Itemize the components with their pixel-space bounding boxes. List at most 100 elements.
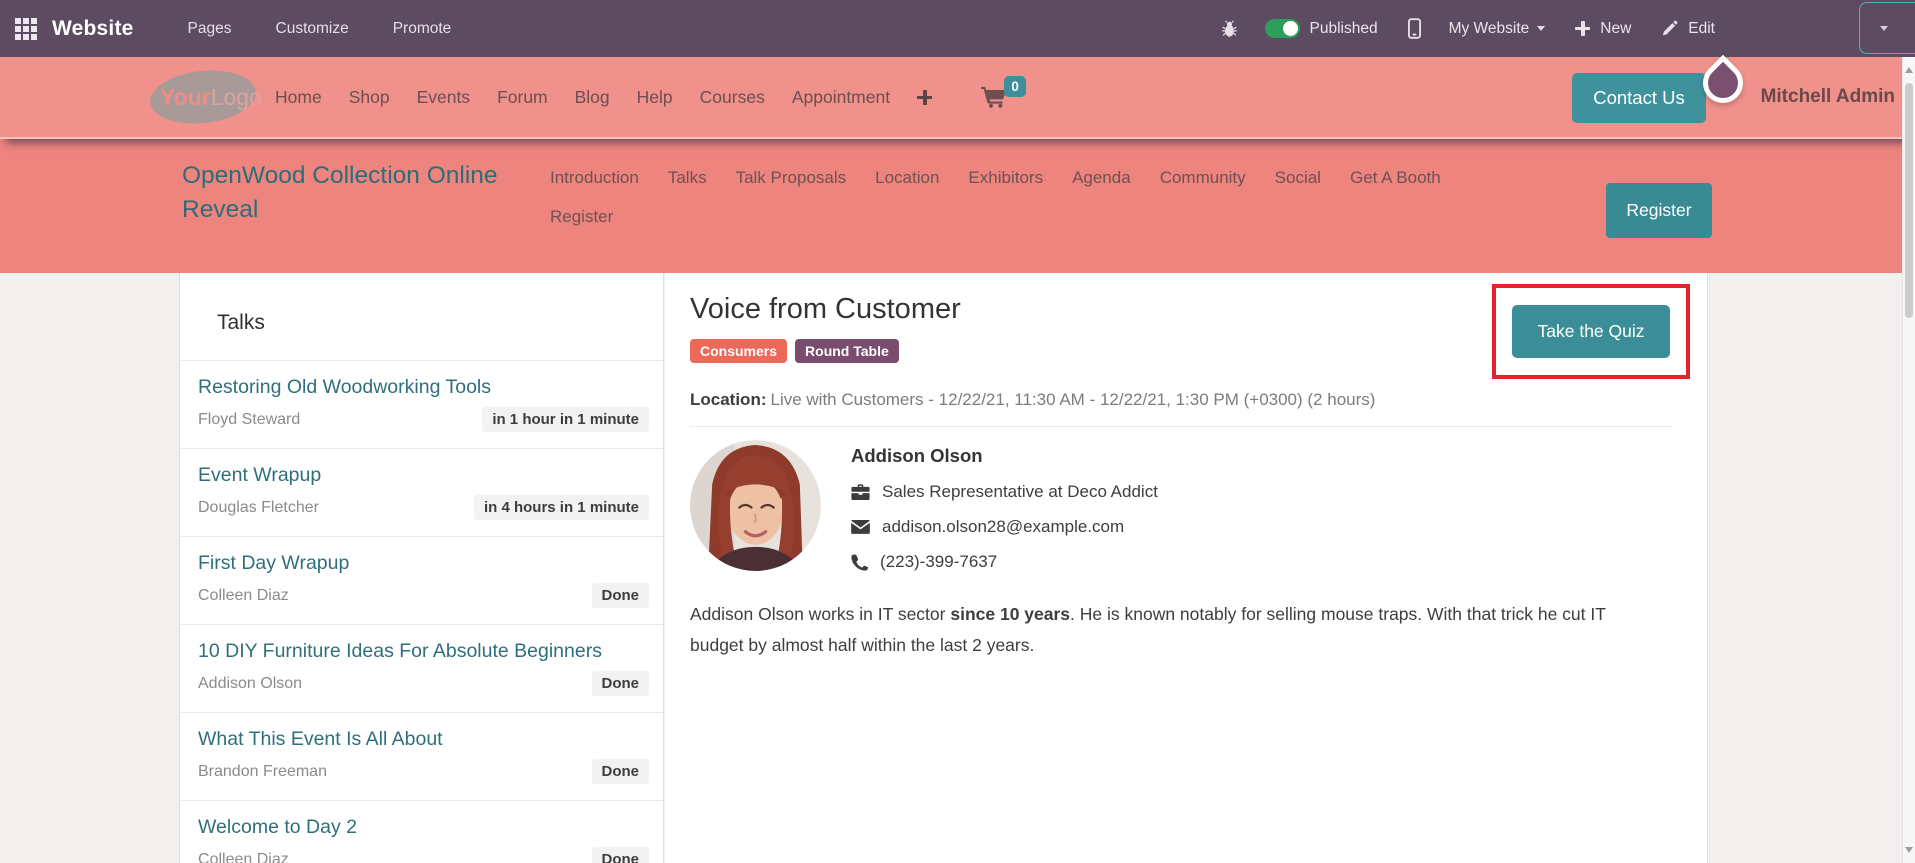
topbar-menu: Pages Customize Promote: [188, 20, 452, 38]
talk-speaker: Floyd Steward: [198, 410, 301, 428]
event-subnav: Introduction Talks Talk Proposals Locati…: [550, 168, 1441, 227]
sidebar-title: Talks: [180, 273, 663, 361]
talk-list-item[interactable]: Welcome to Day 2 Colleen Diaz Done: [180, 801, 663, 863]
talk-status-badge: Done: [591, 671, 649, 696]
talk-speaker: Douglas Fletcher: [198, 498, 319, 516]
speaker-avatar: [690, 440, 821, 571]
talk-list-item[interactable]: Event Wrapup Douglas Fletcher in 4 hours…: [180, 449, 663, 537]
new-content-button[interactable]: New: [1600, 20, 1631, 38]
event-nav-register[interactable]: Register: [550, 207, 613, 227]
talk-list-item[interactable]: What This Event Is All About Brandon Fre…: [180, 713, 663, 801]
talk-list-item[interactable]: First Day Wrapup Colleen Diaz Done: [180, 537, 663, 625]
site-logo[interactable]: YourLogo: [147, 65, 262, 129]
talk-title-link[interactable]: First Day Wrapup: [198, 550, 649, 577]
cart-count-badge: 0: [1004, 76, 1027, 97]
scroll-down-arrow-icon[interactable]: [1905, 847, 1913, 853]
nav-item-forum[interactable]: Forum: [497, 87, 548, 108]
scrollbar-thumb[interactable]: [1905, 83, 1913, 318]
apps-grid-icon[interactable]: [15, 17, 37, 40]
talk-title-link[interactable]: Event Wrapup: [198, 462, 649, 489]
topbar-menu-pages[interactable]: Pages: [188, 20, 232, 38]
bug-icon[interactable]: [1221, 19, 1237, 38]
topbar-systray: Published My Website New Edit: [1221, 18, 1715, 39]
talk-list-item[interactable]: Restoring Old Woodworking Tools Floyd St…: [180, 361, 663, 449]
logo-text-your: Your: [160, 84, 211, 110]
talk-speaker: Addison Olson: [198, 674, 303, 692]
register-button[interactable]: Register: [1606, 183, 1712, 238]
tutorial-highlight-box: Take the Quiz: [1492, 284, 1690, 379]
talk-status-badge: in 4 hours in 1 minute: [473, 495, 649, 520]
talk-title-link[interactable]: 10 DIY Furniture Ideas For Absolute Begi…: [198, 638, 649, 665]
speaker-email[interactable]: addison.olson28@example.com: [882, 517, 1124, 537]
speaker-phone[interactable]: (223)-399-7637: [880, 552, 997, 572]
new-content-plus-icon[interactable]: [1575, 21, 1591, 36]
nav-item-appointment[interactable]: Appointment: [792, 87, 890, 108]
add-menu-plus-icon[interactable]: [917, 89, 933, 105]
scroll-up-arrow-icon[interactable]: [1905, 67, 1913, 73]
speaker-name: Addison Olson: [851, 445, 983, 466]
page-scrollbar[interactable]: [1902, 57, 1915, 863]
edit-button[interactable]: Edit: [1688, 20, 1715, 38]
nav-item-events[interactable]: Events: [417, 87, 471, 108]
user-menu[interactable]: Mitchell Admin: [1761, 86, 1915, 108]
talk-title-link[interactable]: Welcome to Day 2: [198, 814, 649, 841]
talk-status-badge: Done: [591, 759, 649, 784]
event-title-link[interactable]: OpenWood Collection Online Reveal: [182, 159, 530, 227]
user-name: Mitchell Admin: [1760, 86, 1895, 107]
event-nav-introduction[interactable]: Introduction: [550, 168, 639, 188]
speaker-block: Addison Olson Sales Representative at De…: [690, 440, 1671, 572]
page: Website Pages Customize Promote Publishe…: [0, 0, 1915, 863]
nav-item-shop[interactable]: Shop: [349, 87, 390, 108]
event-nav-talks[interactable]: Talks: [668, 168, 707, 188]
nav-item-help[interactable]: Help: [637, 87, 673, 108]
published-toggle[interactable]: [1264, 19, 1300, 38]
talk-title-link[interactable]: Restoring Old Woodworking Tools: [198, 374, 649, 401]
topbar-brand[interactable]: Website: [52, 17, 134, 41]
cart-icon: [981, 86, 1006, 108]
chevron-down-icon: [1537, 26, 1546, 31]
event-nav-agenda[interactable]: Agenda: [1072, 168, 1131, 188]
location-label: Location:: [690, 390, 767, 409]
tag-round-table: Round Table: [795, 339, 899, 363]
event-nav-location[interactable]: Location: [875, 168, 939, 188]
talk-list-item[interactable]: 10 DIY Furniture Ideas For Absolute Begi…: [180, 625, 663, 713]
talk-status-badge: in 1 hour in 1 minute: [482, 407, 649, 432]
topbar-menu-promote[interactable]: Promote: [393, 20, 452, 38]
edit-pencil-icon[interactable]: [1661, 20, 1678, 37]
phone-icon: [851, 553, 868, 571]
published-label: Published: [1309, 19, 1378, 37]
take-quiz-button[interactable]: Take the Quiz: [1512, 305, 1670, 358]
logo-text-logo: Logo: [210, 84, 262, 110]
event-nav-community[interactable]: Community: [1160, 168, 1246, 188]
backend-topbar: Website Pages Customize Promote Publishe…: [0, 0, 1915, 57]
talk-status-badge: Done: [591, 847, 649, 863]
tag-consumers: Consumers: [690, 339, 788, 363]
event-header: OpenWood Collection Online Reveal Introd…: [0, 139, 1915, 273]
talk-location: Location: Live with Customers - 12/22/21,…: [690, 390, 1671, 410]
talk-speaker: Brandon Freeman: [198, 762, 327, 780]
systray-dropdown[interactable]: [1859, 2, 1915, 54]
topbar-menu-customize[interactable]: Customize: [276, 20, 349, 38]
nav-item-home[interactable]: Home: [275, 87, 322, 108]
contact-us-button[interactable]: Contact Us: [1572, 73, 1706, 123]
speaker-job: Sales Representative at Deco Addict: [882, 482, 1158, 501]
location-value: Live with Customers - 12/22/21, 11:30 AM…: [770, 390, 1376, 409]
cart-button[interactable]: 0: [981, 76, 1027, 108]
mobile-preview-icon[interactable]: [1407, 18, 1421, 39]
speaker-bio: Addison Olson works in IT sector since 1…: [690, 604, 1606, 655]
website-navbar: YourLogo Home Shop Events Forum Blog Hel…: [0, 57, 1915, 139]
website-menu: Home Shop Events Forum Blog Help Courses…: [275, 76, 1027, 108]
event-nav-social[interactable]: Social: [1275, 168, 1321, 188]
talk-status-badge: Done: [591, 583, 649, 608]
nav-item-blog[interactable]: Blog: [575, 87, 610, 108]
event-nav-exhibitors[interactable]: Exhibitors: [968, 168, 1043, 188]
event-nav-talk-proposals[interactable]: Talk Proposals: [736, 168, 847, 188]
website-switcher[interactable]: My Website: [1449, 20, 1530, 38]
briefcase-icon: [851, 483, 870, 500]
event-nav-get-a-booth[interactable]: Get A Booth: [1350, 168, 1441, 188]
talk-detail: Voice from Customer Consumers Round Tabl…: [665, 273, 1708, 863]
talk-title-link[interactable]: What This Event Is All About: [198, 726, 649, 753]
talk-speaker: Colleen Diaz: [198, 586, 289, 604]
nav-item-courses[interactable]: Courses: [700, 87, 765, 108]
envelope-icon: [851, 520, 870, 534]
